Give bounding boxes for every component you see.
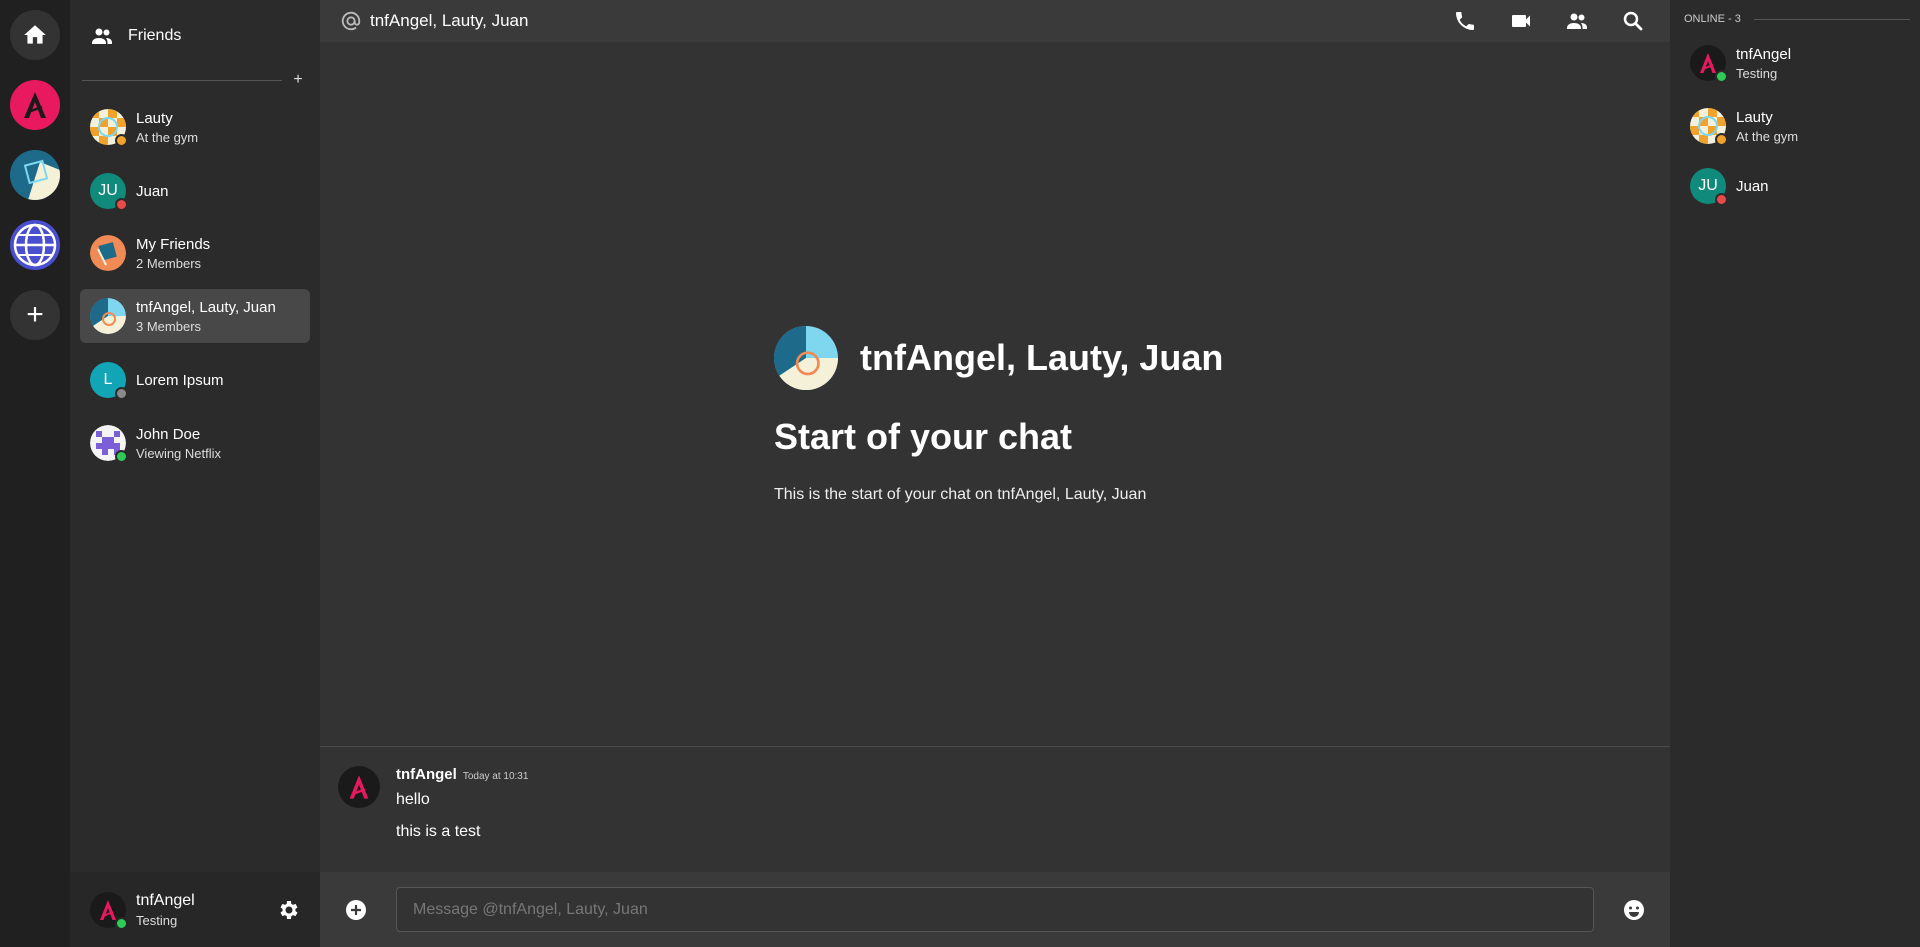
member-status: At the gym [1736,128,1799,144]
avatar [90,235,126,271]
app: + Friends + Lauty At the gym JU Juan My … [0,0,1920,947]
dm-subtitle: 2 Members [136,255,202,271]
dm-item-lauty[interactable]: Lauty At the gym [80,100,310,154]
dm-subtitle: At the gym [136,129,199,145]
avatar-initials: JU [1698,177,1718,194]
avatar [1690,108,1728,146]
status-indicator [1715,133,1728,146]
avatar [90,109,128,147]
dm-name: John Doe [136,425,201,443]
members-icon[interactable] [1565,9,1589,33]
user-status-text: Testing [136,912,178,928]
add-dm-button[interactable]: + [288,70,308,90]
avatar [90,425,128,463]
avatar: JU [90,173,128,211]
dm-sidebar: Friends + Lauty At the gym JU Juan My Fr… [70,0,320,947]
add-attachment-icon[interactable] [344,898,368,922]
message-composer [320,872,1670,947]
welcome-heading: Start of your chat [774,416,1073,457]
at-icon [341,11,361,31]
settings-gear-icon[interactable] [276,898,300,922]
phone-icon[interactable] [1453,9,1477,33]
status-indicator [115,450,128,463]
server-globe-button[interactable] [10,220,60,270]
home-icon [24,25,46,44]
status-indicator [115,387,128,400]
friends-label: Friends [128,27,182,44]
globe-icon [13,223,57,267]
members-heading: ONLINE - 3 [1684,13,1741,25]
member-tnfangel[interactable]: tnfAngel Testing [1690,36,1910,90]
dm-name: tnfAngel, Lauty, Juan [136,298,276,316]
home-button[interactable] [10,10,60,60]
chat-main: tnfAngel, Lauty, Juan tnfAngel, Lauty, J… [320,0,1670,947]
author-avatar-icon [349,775,369,799]
member-list: ONLINE - 3 tnfAngel Testing Lauty At the… [1670,0,1920,947]
message-text: hello [396,791,430,808]
dm-item-john-doe[interactable]: John Doe Viewing Netflix [80,416,310,470]
friends-icon [92,28,112,44]
dm-item-group[interactable]: tnfAngel, Lauty, Juan 3 Members [80,289,310,343]
chat-title: tnfAngel, Lauty, Juan [370,11,529,30]
status-indicator [115,134,128,147]
dm-divider [82,80,282,81]
dm-subtitle: 3 Members [136,318,202,334]
user-panel: tnfAngel Testing [70,872,320,947]
member-name: Lauty [1736,108,1773,126]
status-indicator [1715,193,1728,206]
server-rail: + [0,0,70,947]
avatar-initials: L [103,371,113,388]
add-server-button[interactable]: + [10,290,60,340]
chat-welcome: tnfAngel, Lauty, Juan Start of your chat… [774,326,1374,504]
server-square-icon [10,150,60,200]
avatar [90,298,126,334]
welcome-title: tnfAngel, Lauty, Juan [860,337,1224,378]
member-name: tnfAngel [1736,45,1792,63]
dm-item-lorem-ipsum[interactable]: L Lorem Ipsum [80,353,310,407]
member-juan[interactable]: JU Juan [1690,159,1910,213]
search-icon[interactable] [1621,9,1645,33]
status-indicator [1715,70,1728,83]
status-indicator [115,198,128,211]
message-author[interactable]: tnfAngel [396,766,457,783]
message-input[interactable] [396,887,1594,932]
server-a-icon [24,92,46,118]
dm-name: Lorem Ipsum [136,371,224,389]
avatar-initials: JU [98,182,118,199]
message-timestamp: Today at 10:31 [462,771,529,782]
chat-header: tnfAngel, Lauty, Juan [320,0,1670,42]
dm-item-my-friends[interactable]: My Friends 2 Members [80,226,310,280]
message-text: this is a test [396,823,481,840]
avatar: L [90,362,128,400]
dm-name: My Friends [136,235,211,253]
member-status: Testing [1736,65,1778,81]
dm-item-juan[interactable]: JU Juan [80,164,310,218]
dm-name: Lauty [136,109,173,127]
dm-name: Juan [136,182,169,200]
welcome-description: This is the start of your chat on tnfAng… [774,486,1147,503]
group-avatar-icon [774,326,838,390]
avatar: JU [1690,168,1728,206]
user-name: tnfAngel [136,891,195,909]
message-avatar[interactable] [338,766,380,808]
dm-subtitle: Viewing Netflix [136,445,222,461]
user-avatar[interactable] [90,891,128,930]
member-lauty[interactable]: Lauty At the gym [1690,99,1910,153]
message-divider [320,746,1670,747]
server-a-button[interactable] [10,80,60,130]
video-icon[interactable] [1509,9,1533,33]
server-square-button[interactable] [10,150,60,200]
add-server-icon: + [26,298,44,331]
members-divider [1754,19,1910,20]
avatar [1690,45,1728,83]
emoji-icon[interactable] [1622,898,1646,922]
member-name: Juan [1736,177,1769,195]
message-group: tnfAngel Today at 10:31 hello this is a … [338,766,1638,841]
friends-link[interactable]: Friends [90,14,310,58]
status-indicator [115,916,128,930]
